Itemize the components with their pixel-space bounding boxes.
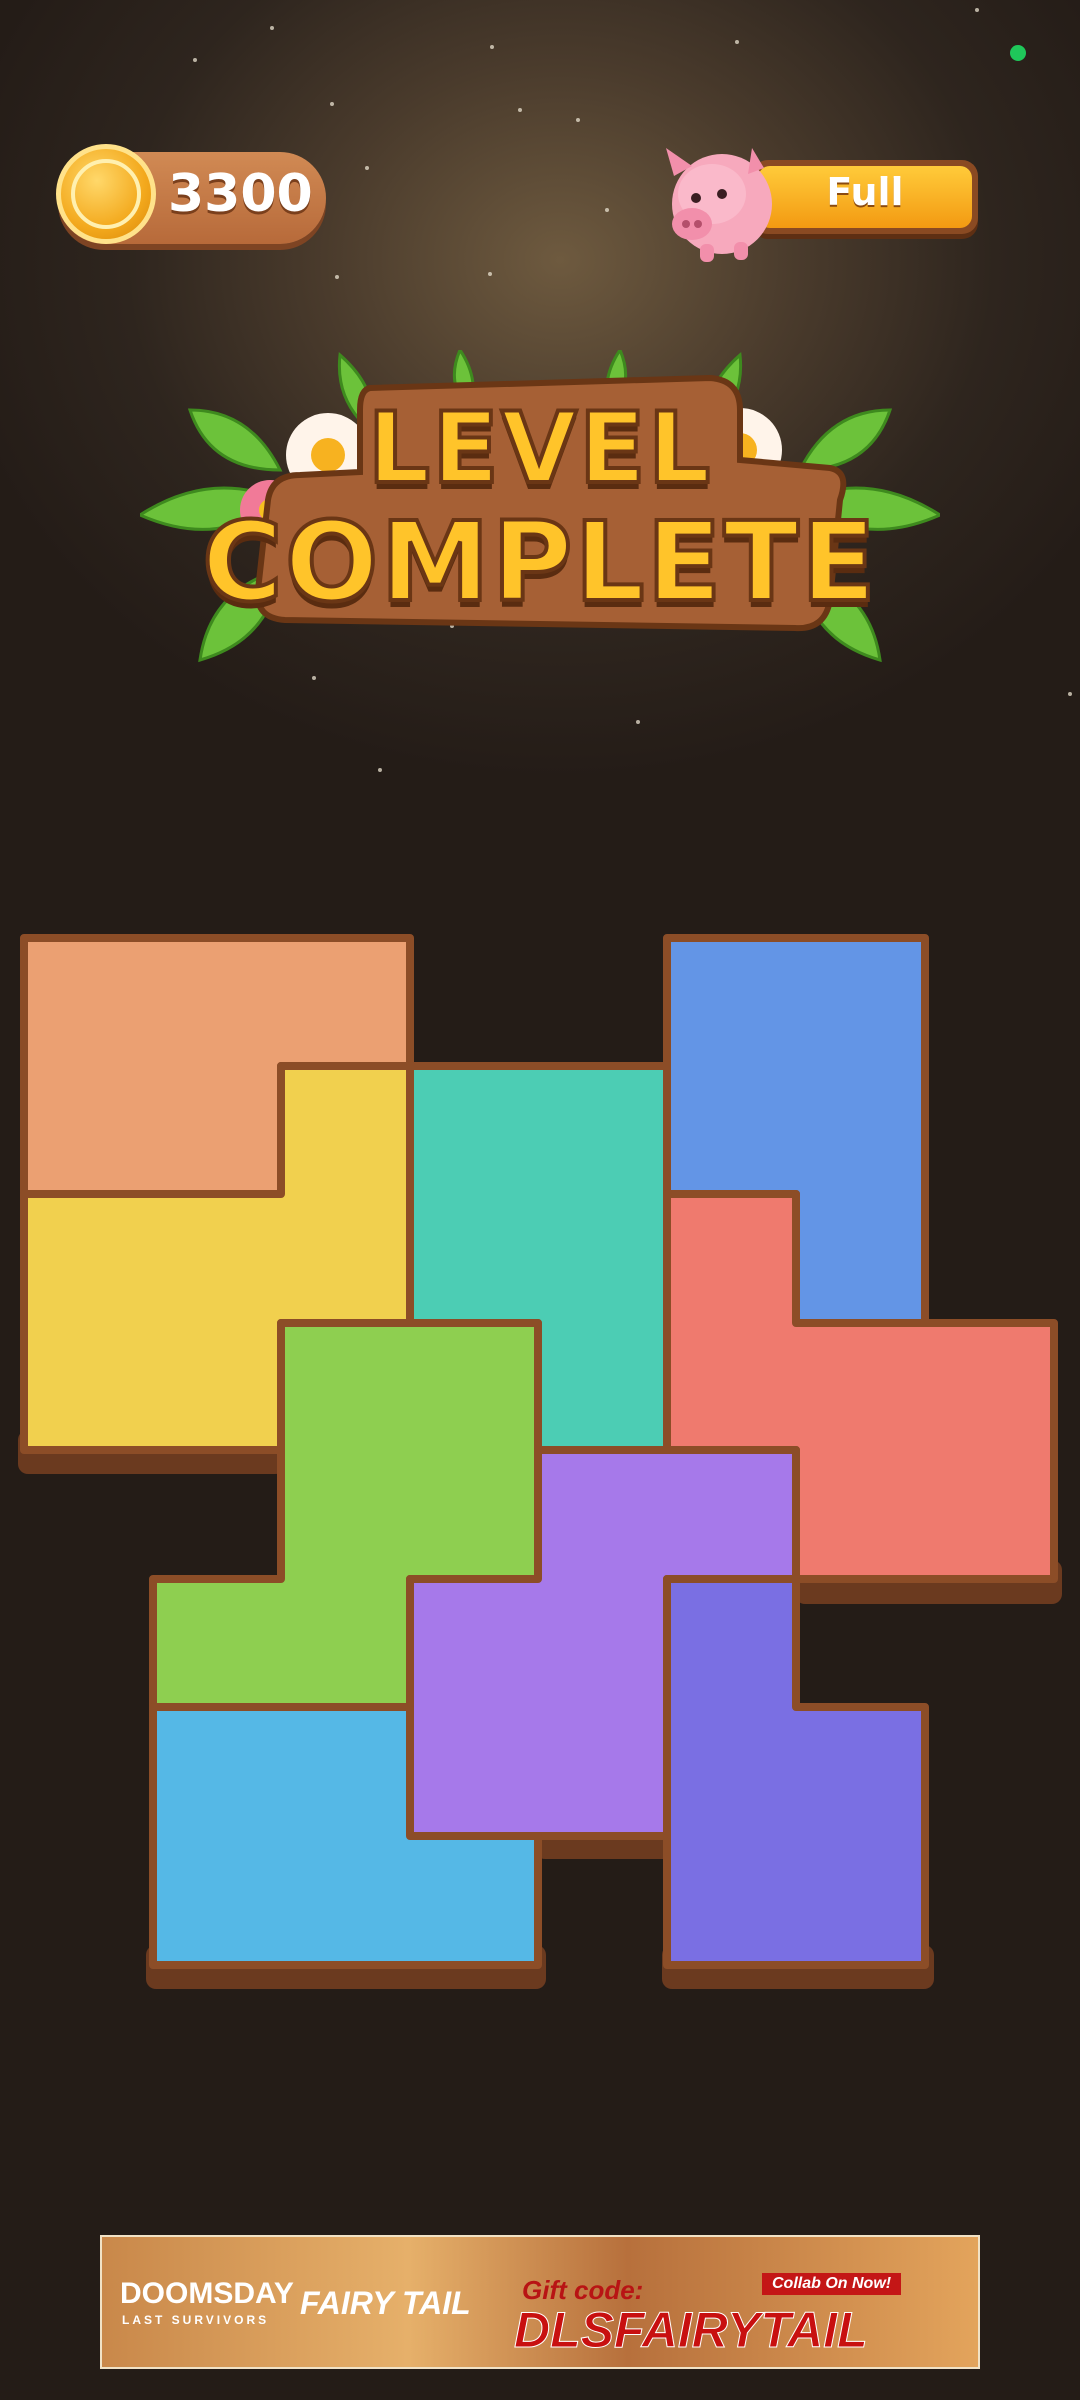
puzzle-board xyxy=(18,934,1062,1989)
ad-collab-badge: Collab On Now! xyxy=(762,2273,902,2295)
ad-partner-logo: FAIRY TAIL xyxy=(300,2285,471,2321)
puzzle-piece-indigo xyxy=(663,1575,929,1969)
ad-gift-code: DLSFAIRYTAIL xyxy=(514,2302,869,2359)
ad-banner[interactable]: DOOMSDAY LAST SURVIVORS FAIRY TAIL Gift … xyxy=(100,2235,980,2369)
ad-brand: DOOMSDAY xyxy=(120,2277,294,2310)
ad-brand-subtitle: LAST SURVIVORS xyxy=(122,2313,270,2327)
